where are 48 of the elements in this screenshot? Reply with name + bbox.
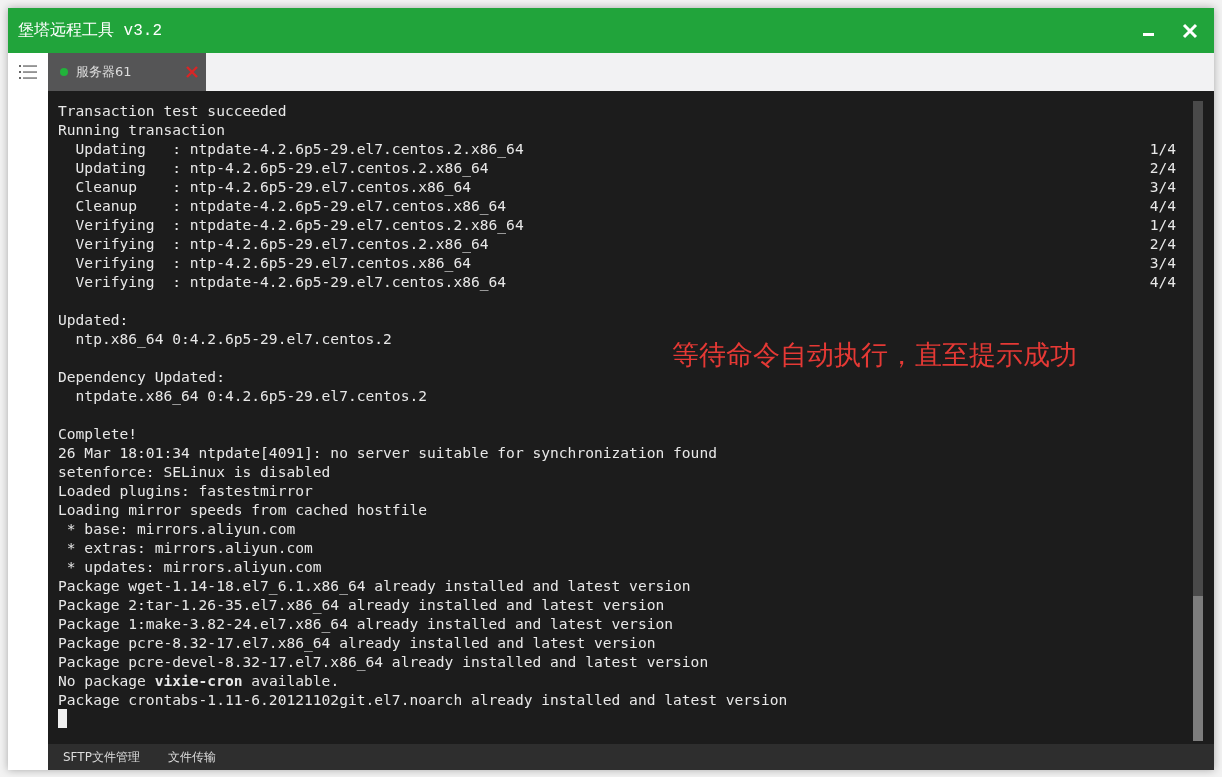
terminal-line: Loaded plugins: fastestmirror <box>58 481 314 500</box>
progress-count: 2/4 <box>1149 234 1176 253</box>
menu-icon[interactable] <box>18 63 38 81</box>
scrollbar[interactable] <box>1192 101 1204 741</box>
terminal-line: Verifying : ntp-4.2.6p5-29.el7.centos.x86_64 <box>74 253 472 272</box>
progress-count: 4/4 <box>1149 196 1176 215</box>
server-tab[interactable]: 服务器61 <box>48 53 206 91</box>
terminal-line: Package pcre-devel-8.32-17.el7.x86_64 already installed and latest version <box>58 652 710 671</box>
terminal-line: * updates: mirrors.aliyun.com <box>65 557 323 576</box>
terminal-line: Updating : ntp-4.2.6p5-29.el7.centos.2.x86_64 <box>74 158 490 177</box>
bottom-tab[interactable]: 文件传输 <box>167 748 216 766</box>
terminal-line: Transaction test succeeded <box>58 101 288 120</box>
terminal-line: Running transaction <box>58 120 226 139</box>
terminal-line: Dependency Updated: <box>58 367 226 386</box>
terminal-line: Verifying : ntpdate-4.2.6p5-29.el7.centos.x86_64 <box>74 272 508 291</box>
terminal-line: Package crontabs-1.11-6.20121102git.el7.noarch already installed and latest version <box>58 690 789 709</box>
progress-count: 1/4 <box>1149 139 1176 158</box>
terminal-line: Cleanup : ntp-4.2.6p5-29.el7.centos.x86_64 <box>74 177 472 196</box>
terminal-line: Updating : ntpdate-4.2.6p5-29.el7.centos.2.x86_64 <box>74 139 525 158</box>
terminal-line: ntp.x86_64 0:4.2.6p5-29.el7.centos.2 <box>74 329 393 348</box>
progress-count: 3/4 <box>1149 177 1176 196</box>
progress-count: 1/4 <box>1149 215 1176 234</box>
terminal-line: Verifying : ntp-4.2.6p5-29.el7.centos.2.x86_64 <box>74 234 490 253</box>
progress-count: 2/4 <box>1149 158 1176 177</box>
terminal-line: ntpdate.x86_64 0:4.2.6p5-29.el7.centos.2 <box>74 386 429 405</box>
terminal-line: Package 1:make-3.82-24.el7.x86_64 already installed and latest version <box>58 614 675 633</box>
terminal[interactable] <box>48 91 1214 744</box>
window-title: 堡塔远程工具 v3.2 <box>18 21 163 41</box>
terminal-line: Verifying : ntpdate-4.2.6p5-29.el7.centos.2.x86_64 <box>74 215 525 234</box>
terminal-line: Package 2:tar-1.26-35.el7.x86_64 already installed and latest version <box>58 595 666 614</box>
terminal-line: 26 Mar 18:01:34 ntpdate[4091]: no server suitable for synchronization found <box>58 443 718 462</box>
progress-count: 3/4 <box>1149 253 1176 272</box>
cursor <box>58 709 67 728</box>
terminal-line: Complete! <box>58 424 139 443</box>
bottom-tab[interactable]: SFTP文件管理 <box>63 748 140 766</box>
terminal-line: Package pcre-8.32-17.el7.x86_64 already installed and latest version <box>58 633 657 652</box>
terminal-line: setenforce: SELinux is disabled <box>58 462 332 481</box>
terminal-line: * extras: mirrors.aliyun.com <box>65 538 314 557</box>
terminal-line: Package wget-1.14-18.el7_6.1.x86_64 already installed and latest version <box>58 576 692 595</box>
tab-label: 服务器61 <box>76 63 133 81</box>
progress-count: 4/4 <box>1149 272 1176 291</box>
terminal-line: Loading mirror speeds from cached hostfile <box>58 500 429 519</box>
annotation-text: 等待命令自动执行，直至提示成功 <box>672 338 1077 372</box>
terminal-line: Cleanup : ntpdate-4.2.6p5-29.el7.centos.x86_64 <box>74 196 508 215</box>
terminal-line: No package vixie-cron available. <box>58 671 341 690</box>
close-icon[interactable] <box>1182 22 1198 39</box>
terminal-line: * base: mirrors.aliyun.com <box>65 519 297 538</box>
terminal-line: Updated: <box>58 310 130 329</box>
